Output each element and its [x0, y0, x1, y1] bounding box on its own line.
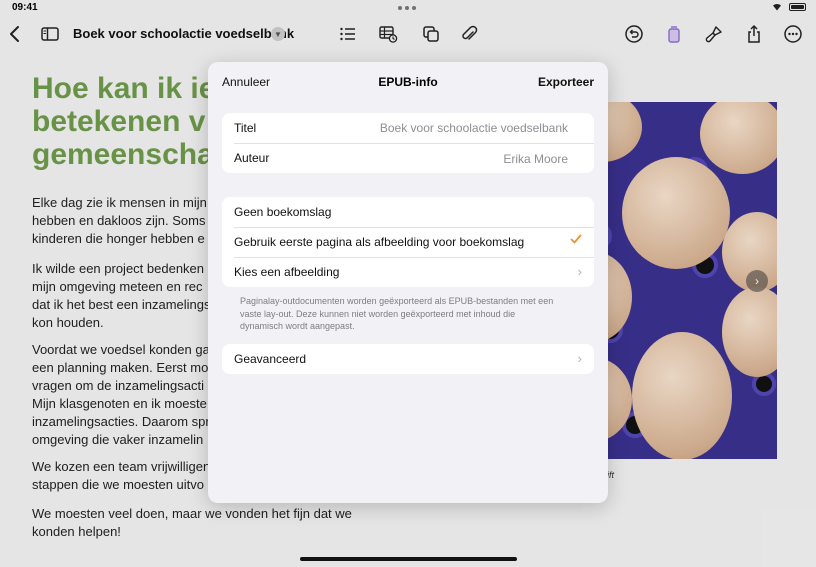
cover-options: Geen boekomslag Gebruik eerste pagina al… — [222, 197, 594, 287]
epub-info-dialog: Annuleer EPUB-info Exporteer Titel Boek … — [208, 62, 608, 503]
title-input[interactable]: Boek voor schoolactie voedselbank — [380, 121, 568, 135]
author-input[interactable]: Erika Moore — [503, 152, 568, 166]
dialog-header: Annuleer EPUB-info Exporteer — [208, 62, 608, 102]
title-field[interactable]: Titel Boek voor schoolactie voedselbank — [222, 113, 594, 143]
checkmark-icon — [570, 234, 582, 244]
cover-option-none[interactable]: Geen boekomslag — [222, 197, 594, 227]
cover-option-choose-image[interactable]: Kies een afbeelding › — [222, 257, 594, 287]
export-button[interactable]: Exporteer — [538, 75, 594, 89]
chevron-right-icon: › — [577, 351, 582, 366]
export-footnote: Paginalay-outdocumenten worden geëxporte… — [240, 296, 554, 331]
cover-option-first-page[interactable]: Gebruik eerste pagina als afbeelding voo… — [222, 227, 594, 257]
title-label: Titel — [234, 121, 257, 135]
author-field[interactable]: Auteur Erika Moore — [222, 143, 594, 173]
chevron-right-icon: › — [577, 264, 582, 279]
advanced-group: Geavanceerd › — [222, 344, 594, 374]
home-indicator[interactable] — [300, 557, 517, 561]
metadata-fields: Titel Boek voor schoolactie voedselbank … — [222, 113, 594, 173]
advanced-option[interactable]: Geavanceerd › — [222, 344, 594, 374]
author-label: Auteur — [234, 151, 270, 165]
